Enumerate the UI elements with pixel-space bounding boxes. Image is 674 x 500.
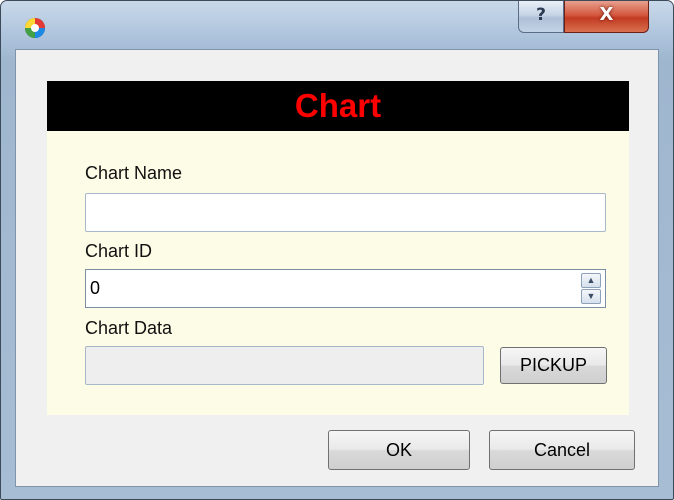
dialog-window: ? X Chart Chart Name Chart ID 0 ▲ ▼ Char… bbox=[0, 0, 674, 500]
close-icon: X bbox=[599, 4, 614, 25]
chevron-up-icon: ▲ bbox=[586, 275, 596, 285]
form-panel: Chart Chart Name Chart ID 0 ▲ ▼ Chart Da… bbox=[47, 81, 629, 415]
chart-id-value[interactable]: 0 bbox=[90, 278, 100, 299]
chart-id-stepper[interactable]: 0 ▲ ▼ bbox=[85, 269, 606, 308]
help-button[interactable]: ? bbox=[518, 1, 564, 33]
title-bar[interactable]: ? X bbox=[1, 1, 673, 49]
chart-name-input[interactable] bbox=[85, 193, 606, 232]
cancel-button[interactable]: Cancel bbox=[489, 430, 635, 470]
help-icon: ? bbox=[536, 5, 546, 25]
ok-button[interactable]: OK bbox=[328, 430, 470, 470]
close-button[interactable]: X bbox=[564, 1, 649, 33]
chart-data-label: Chart Data bbox=[85, 318, 173, 338]
page-title: Chart bbox=[47, 81, 629, 131]
pickup-button[interactable]: PICKUP bbox=[500, 347, 607, 384]
chevron-down-icon: ▼ bbox=[586, 291, 596, 301]
dialog-client-area: Chart Chart Name Chart ID 0 ▲ ▼ Chart Da… bbox=[15, 49, 659, 487]
chart-name-label: Chart Name bbox=[85, 163, 183, 183]
spin-up-button[interactable]: ▲ bbox=[581, 273, 601, 288]
spin-down-button[interactable]: ▼ bbox=[581, 289, 601, 304]
chart-id-label: Chart ID bbox=[85, 241, 153, 261]
chart-data-field[interactable] bbox=[85, 346, 484, 385]
app-icon bbox=[25, 18, 45, 38]
